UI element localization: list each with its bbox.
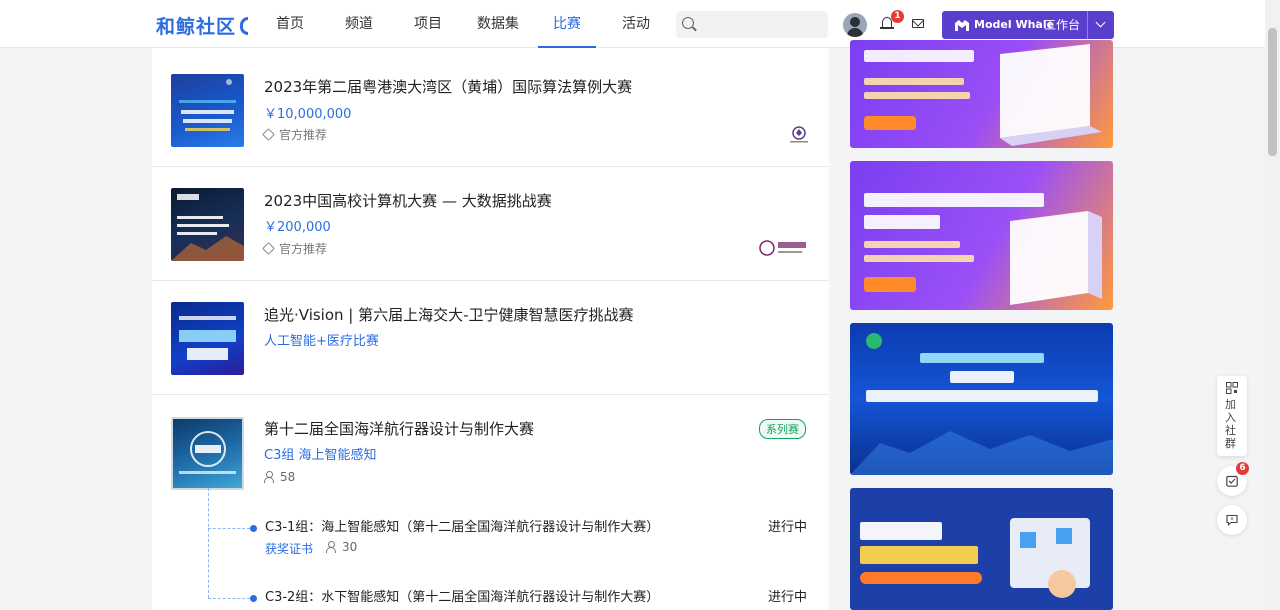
join-group-label: 加入社群 — [1225, 398, 1236, 450]
workspace-separator: · — [1036, 15, 1040, 29]
banner-artwork — [850, 333, 1113, 475]
whale-logo-icon — [240, 17, 249, 35]
competition-title[interactable]: 2023中国高校计算机大赛 — 大数据挑战赛 — [264, 190, 552, 211]
competition-category[interactable]: C3组 海上智能感知 — [264, 444, 376, 463]
organizer-logo — [790, 126, 808, 143]
tree-connector — [208, 488, 209, 598]
workspace-label: 工作台 — [1044, 18, 1081, 32]
participant-count: 30 — [326, 540, 357, 554]
competition-title[interactable]: 第十二届全国海洋航行器设计与制作大赛 — [264, 418, 534, 439]
modelwhale-icon — [955, 20, 969, 31]
scrollbar-thumb[interactable] — [1268, 28, 1277, 156]
nav-channels[interactable]: 频道 — [333, 0, 385, 48]
promo-banner[interactable] — [850, 323, 1113, 475]
competition-item[interactable]: 2023中国高校计算机大赛 — 大数据挑战赛 ￥200,000 官方推荐 — [152, 167, 829, 281]
competition-thumbnail — [171, 74, 244, 147]
site-logo[interactable]: 和鲸社区 — [156, 12, 249, 39]
nav-competitions[interactable]: 比赛 — [538, 0, 596, 48]
feedback-button[interactable] — [1217, 505, 1247, 535]
nav-events[interactable]: 活动 — [610, 0, 662, 48]
sub-competition-title[interactable]: C3-2组：水下智能感知（第十二届全国海洋航行器设计与制作大赛） — [265, 586, 659, 605]
user-avatar[interactable] — [843, 13, 867, 37]
certificate-link[interactable]: 获奖证书 — [265, 540, 313, 557]
nav-home[interactable]: 首页 — [264, 0, 316, 48]
bullet-dot — [250, 525, 257, 532]
official-tag: 官方推荐 — [262, 126, 328, 143]
chevron-down-icon[interactable] — [1087, 11, 1114, 39]
search-box[interactable] — [676, 11, 828, 38]
banner-artwork — [860, 518, 1090, 598]
competition-title[interactable]: 追光·Vision | 第六届上海交大-卫宁健康智慧医疗挑战赛 — [264, 304, 634, 325]
person-icon — [264, 471, 274, 483]
feedback-icon — [1226, 514, 1238, 526]
participant-count: 58 — [264, 470, 295, 484]
competition-thumbnail — [171, 302, 244, 375]
promo-banner[interactable] — [850, 40, 1113, 148]
promo-banner[interactable] — [850, 488, 1113, 610]
workspace-brand: Model Whale — [974, 18, 1055, 31]
page-scrollbar[interactable] — [1265, 0, 1280, 610]
organizer-logo — [759, 240, 806, 256]
sub-competition-title[interactable]: C3-1组：海上智能感知（第十二届全国海洋航行器设计与制作大赛） — [265, 516, 659, 535]
todo-badge: 6 — [1236, 462, 1249, 475]
mail-icon[interactable] — [912, 19, 924, 28]
competition-item[interactable]: 第十二届全国海洋航行器设计与制作大赛 系列赛 C3组 海上智能感知 58 — [152, 395, 829, 610]
prize-amount: ￥10,000,000 — [264, 107, 352, 122]
series-badge: 系列赛 — [759, 419, 806, 439]
tag-icon — [262, 128, 275, 141]
official-tag-label: 官方推荐 — [279, 242, 328, 256]
official-tag-label: 官方推荐 — [279, 128, 328, 142]
status-label: 进行中 — [768, 590, 808, 605]
site-logo-text: 和鲸社区 — [156, 16, 237, 38]
tree-branch — [208, 598, 250, 599]
banner-artwork — [864, 193, 1102, 305]
prize-amount: ￥200,000 — [264, 220, 331, 235]
competition-category[interactable]: 人工智能+医疗比赛 — [264, 330, 379, 349]
participant-count-value: 30 — [342, 540, 358, 554]
join-group-button[interactable]: 加入社群 — [1217, 376, 1247, 456]
tag-icon — [262, 242, 275, 255]
tree-branch — [208, 528, 250, 529]
promo-banner[interactable] — [850, 161, 1113, 310]
search-input[interactable] — [700, 11, 820, 38]
nav-datasets[interactable]: 数据集 — [472, 0, 524, 48]
notification-badge: 1 — [891, 10, 904, 23]
competition-item[interactable]: 2023年第二届粤港澳大湾区（黄埔）国际算法算例大赛 ￥10,000,000 官… — [152, 48, 829, 167]
bullet-dot — [250, 595, 257, 602]
person-icon — [326, 541, 336, 553]
nav-projects[interactable]: 项目 — [402, 0, 454, 48]
competition-list: 2023年第二届粤港澳大湾区（黄埔）国际算法算例大赛 ￥10,000,000 官… — [152, 48, 829, 610]
competition-thumbnail — [171, 188, 244, 261]
participant-count-value: 58 — [280, 470, 296, 484]
status-label: 进行中 — [768, 520, 808, 535]
competition-item[interactable]: 追光·Vision | 第六届上海交大-卫宁健康智慧医疗挑战赛 人工智能+医疗比… — [152, 281, 829, 395]
official-tag: 官方推荐 — [262, 240, 328, 257]
competition-thumbnail — [171, 417, 244, 490]
qrcode-icon — [1226, 382, 1238, 394]
checklist-icon — [1226, 475, 1238, 487]
banner-artwork — [864, 44, 1102, 146]
workspace-button[interactable]: Model Whale · 工作台 — [942, 11, 1114, 39]
competition-title[interactable]: 2023年第二届粤港澳大湾区（黄埔）国际算法算例大赛 — [264, 76, 632, 97]
search-icon — [682, 17, 694, 29]
